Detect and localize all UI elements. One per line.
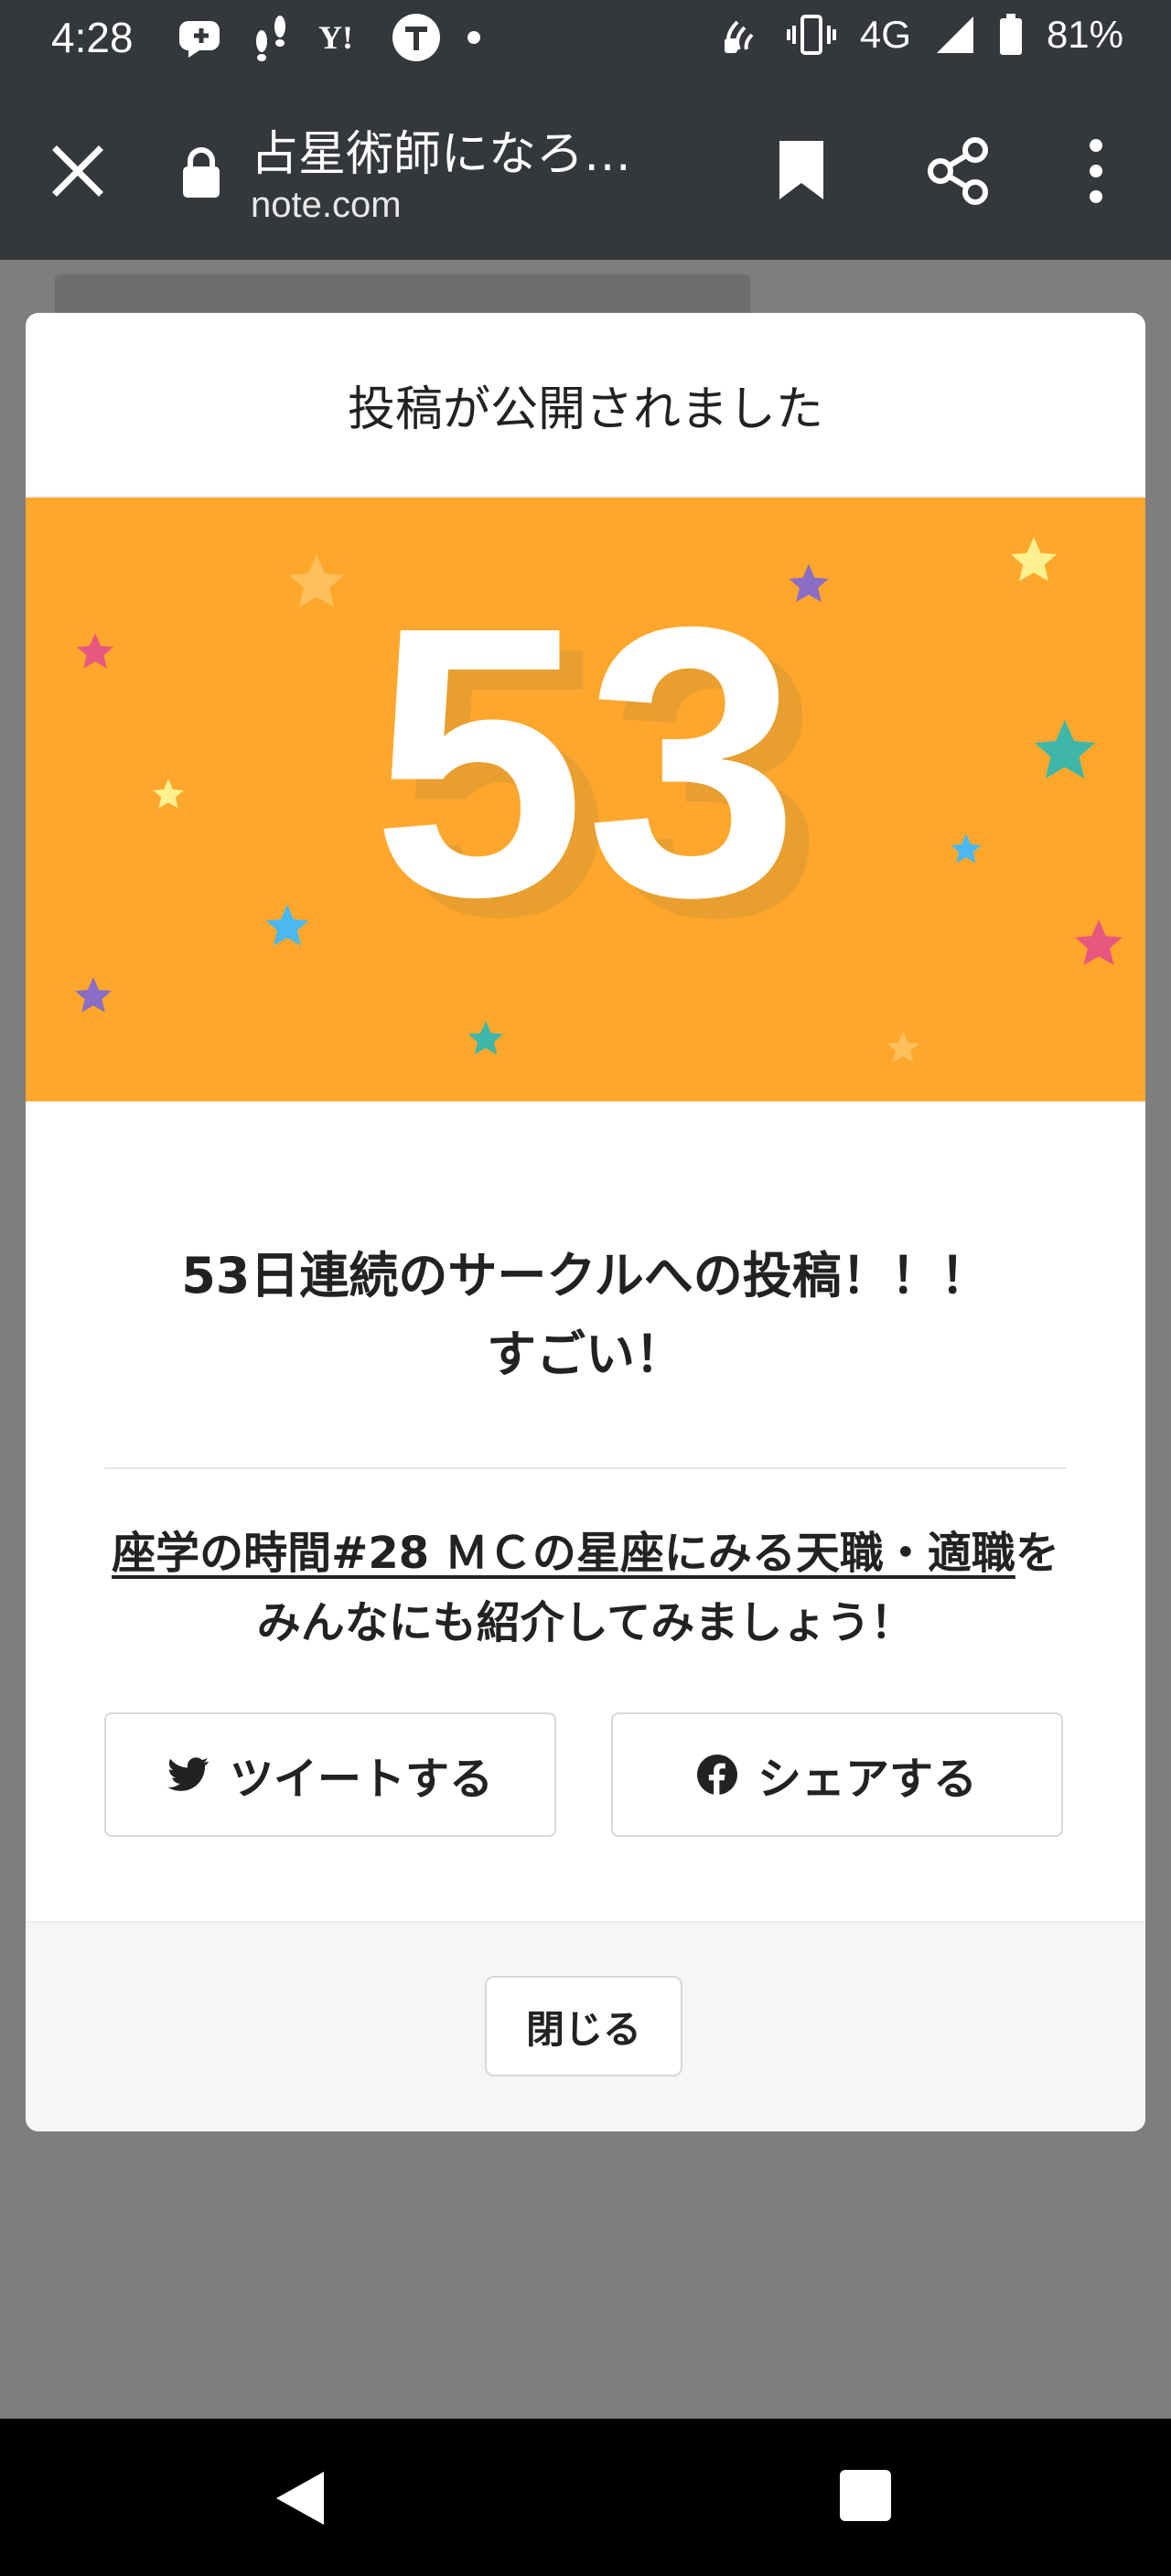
lock-icon	[183, 147, 220, 198]
network-type: 4G	[859, 13, 911, 56]
signal-icon	[936, 16, 973, 53]
share-prompt-line2: みんなにも紹介してみましょう！	[256, 1597, 915, 1648]
share-icon[interactable]	[924, 137, 992, 205]
close-button[interactable]: 閉じる	[485, 1976, 682, 2077]
browser-toolbar: 占星術師になろ… note.com	[0, 80, 1171, 260]
facebook-icon	[696, 1755, 737, 1795]
bookmark-icon[interactable]	[776, 137, 827, 203]
article-link[interactable]: 座学の時間#28 ＭＣの星座にみる天職・適職	[112, 1528, 1015, 1579]
yahoo-icon: Y!	[318, 19, 353, 56]
status-bar: 4:28 Y! 4G 81%	[0, 0, 1171, 80]
more-options-icon[interactable]	[1078, 137, 1114, 205]
streak-message-line2: すごい！	[487, 1326, 684, 1383]
navigation-bar	[0, 2419, 1171, 2576]
streak-number: 53	[371, 548, 800, 977]
t-icon	[392, 14, 440, 61]
star-icon	[75, 977, 112, 1013]
publish-success-modal: 投稿が公開されました 53 53 53日連続のサークルへの投稿！！！ すごい！ …	[26, 313, 1145, 2131]
close-tab-icon[interactable]	[48, 141, 108, 201]
modal-title: 投稿が公開されました	[26, 313, 1145, 498]
assistant-icon	[179, 21, 220, 58]
star-icon	[467, 1020, 504, 1055]
streak-message-line1: 53日連続のサークルへの投稿！！！	[181, 1247, 990, 1304]
streak-message: 53日連続のサークルへの投稿！！！ すごい！	[26, 1237, 1145, 1394]
twitter-icon	[167, 1757, 209, 1791]
vibrate-icon	[786, 15, 836, 55]
recent-apps-icon[interactable]	[840, 2470, 891, 2521]
status-time: 4:28	[51, 14, 134, 61]
streak-banner: 53 53	[26, 498, 1145, 1101]
divider	[104, 1467, 1067, 1469]
svg-text:Y!: Y!	[318, 19, 353, 56]
battery-percent: 81%	[1046, 13, 1123, 56]
share-prompt: 座学の時間#28 ＭＣの星座にみる天職・適職を みんなにも紹介してみましょう！	[26, 1519, 1145, 1658]
page-title[interactable]: 占星術師になろ…	[251, 115, 671, 184]
tweet-button-label: ツイートする	[229, 1754, 493, 1805]
star-icon	[886, 1031, 919, 1063]
battery-icon	[999, 14, 1022, 55]
facebook-share-button-label: シェアする	[757, 1754, 977, 1805]
page-domain[interactable]: note.com	[251, 185, 402, 226]
nfc-icon	[724, 20, 754, 53]
footsteps-icon	[256, 16, 285, 61]
dot-icon	[467, 31, 480, 44]
back-icon[interactable]	[273, 2468, 328, 2528]
share-prompt-suffix: を	[1015, 1528, 1059, 1579]
facebook-share-button[interactable]: シェアする	[611, 1712, 1063, 1837]
tweet-button[interactable]: ツイートする	[104, 1712, 556, 1837]
modal-footer: 閉じる	[26, 1921, 1145, 2131]
